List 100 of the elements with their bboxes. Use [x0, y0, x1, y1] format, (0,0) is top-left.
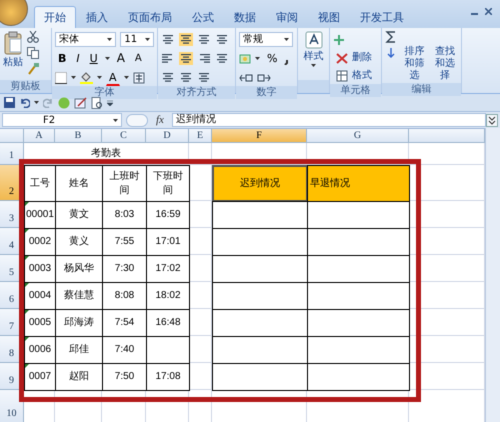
table-cell[interactable]: 考勤表	[24, 143, 189, 165]
caret-icon[interactable]	[113, 118, 118, 122]
underline-button[interactable]: U	[86, 50, 101, 67]
column-header[interactable]: C	[102, 129, 146, 143]
styles-icon	[304, 31, 322, 49]
name-box[interactable]: F2	[2, 113, 122, 127]
caret-icon[interactable]	[34, 101, 39, 104]
table-cell[interactable]	[212, 201, 308, 229]
close-icon[interactable]	[485, 8, 492, 15]
phonetic-icon[interactable]	[132, 72, 145, 84]
column-header[interactable]: D	[146, 129, 189, 143]
table-cell[interactable]: 0007	[24, 363, 56, 391]
caret-icon[interactable]	[104, 57, 110, 60]
caret-icon[interactable]	[284, 38, 289, 41]
column-header[interactable]: G	[307, 129, 409, 143]
ribbon-tab[interactable]: 数据	[224, 6, 266, 28]
ribbon-tab[interactable]: 视图	[308, 6, 350, 28]
styles-button[interactable]: 样式	[301, 31, 326, 67]
scissors-icon[interactable]	[27, 31, 39, 43]
text-angle-icon[interactable]	[197, 71, 211, 84]
cell-text: 0003	[28, 262, 52, 276]
align-bottom-icon[interactable]	[197, 33, 211, 46]
caret-icon[interactable]	[124, 76, 129, 79]
group-label: 数字	[236, 86, 297, 99]
row-header[interactable]: 1	[0, 143, 24, 165]
insert-cells-icon[interactable]	[333, 34, 345, 46]
font-size-dropdown[interactable]: 11	[120, 32, 154, 47]
merge-cells-icon[interactable]	[215, 52, 229, 65]
row-header[interactable]: 10	[0, 390, 24, 422]
ribbon-tab[interactable]: 插入	[76, 6, 118, 28]
table-cell[interactable]: 17:08	[146, 363, 190, 391]
border-icon[interactable]	[55, 72, 67, 84]
table-cell[interactable]	[212, 363, 308, 391]
font-name-dropdown[interactable]: 宋体	[55, 32, 116, 47]
italic-button[interactable]: I	[73, 50, 83, 67]
vertical-scrollbar[interactable]	[485, 128, 500, 422]
cell-text: 0004	[28, 289, 52, 303]
formula-field[interactable]: 迟到情况	[172, 113, 486, 127]
column-header[interactable]: A	[24, 129, 55, 143]
table-cell[interactable]: 下班时间	[146, 165, 190, 202]
form-icon[interactable]	[74, 96, 87, 108]
group-label: 字体	[52, 86, 157, 99]
cell-text: 0007	[28, 370, 52, 384]
save-icon[interactable]	[4, 97, 15, 108]
cell-text: 0002	[28, 235, 52, 249]
column-header[interactable]: F	[212, 129, 307, 143]
caret-icon[interactable]	[145, 38, 150, 41]
sort-filter-button[interactable]: 排序和筛选	[401, 45, 428, 83]
caret-icon	[311, 64, 316, 67]
shrink-font-button[interactable]: A	[132, 50, 145, 67]
group-label: 单元格	[330, 84, 381, 97]
ribbon-tab[interactable]: 开始	[34, 6, 76, 28]
paste-button[interactable]: 粘贴	[3, 31, 23, 80]
column-header[interactable]: B	[55, 129, 102, 143]
wrap-text-icon[interactable]	[215, 33, 229, 46]
cell-text: 00001	[26, 208, 54, 222]
customize-icon[interactable]	[107, 100, 113, 106]
decrease-decimal-icon[interactable]	[257, 72, 271, 84]
fill-bucket-icon[interactable]	[80, 71, 93, 84]
delete-button[interactable]: 删除	[333, 49, 375, 66]
format-button[interactable]: 格式	[333, 67, 375, 84]
bold-button[interactable]: B	[55, 50, 70, 67]
increase-indent-icon[interactable]	[179, 71, 193, 84]
insert-function-button[interactable]: fx	[148, 112, 172, 128]
decrease-indent-icon[interactable]	[161, 71, 175, 84]
table-cell[interactable]: 迟到情况	[212, 165, 308, 202]
ribbon-tab[interactable]: 审阅	[266, 6, 308, 28]
table-cell[interactable]: 00001	[24, 201, 56, 229]
percent-button[interactable]: %	[264, 50, 280, 67]
number-format-dropdown[interactable]: 常规	[239, 32, 293, 47]
caret-icon[interactable]	[107, 38, 112, 41]
align-middle-icon[interactable]	[179, 33, 193, 46]
ribbon-tab[interactable]: 页面布局	[118, 6, 182, 28]
align-right-icon[interactable]	[197, 52, 211, 65]
print-preview-icon[interactable]	[91, 96, 103, 108]
table-cell[interactable]	[307, 363, 410, 391]
brush-icon[interactable]	[27, 63, 39, 75]
grow-font-button[interactable]: A	[114, 50, 128, 67]
expand-icon[interactable]	[486, 114, 498, 126]
caret-icon[interactable]	[71, 76, 76, 79]
align-left-icon[interactable]	[161, 52, 175, 65]
increase-decimal-icon[interactable]	[239, 72, 253, 84]
table-cell[interactable]: 早退情况	[307, 165, 410, 202]
caret-icon[interactable]	[97, 76, 102, 79]
caret-icon[interactable]	[255, 57, 260, 60]
undo-icon[interactable]	[19, 97, 30, 108]
group-label: 编辑	[382, 83, 461, 96]
delete-cells-icon	[336, 52, 348, 64]
copy-icon[interactable]	[27, 47, 39, 59]
group-label: 对齐方式	[158, 86, 235, 99]
ribbon-tab[interactable]: 开发工具	[350, 6, 414, 28]
table-cell[interactable]: 工号	[24, 165, 56, 202]
find-select-button[interactable]: 查找和选择	[432, 45, 458, 83]
ribbon-tab[interactable]: 公式	[182, 6, 224, 28]
fill-down-icon[interactable]	[385, 47, 397, 59]
align-top-icon[interactable]	[161, 33, 175, 46]
align-center-icon[interactable]	[179, 52, 193, 65]
sum-icon[interactable]	[385, 31, 397, 43]
column-header[interactable]: E	[189, 129, 212, 143]
clipboard-icon	[3, 31, 23, 55]
